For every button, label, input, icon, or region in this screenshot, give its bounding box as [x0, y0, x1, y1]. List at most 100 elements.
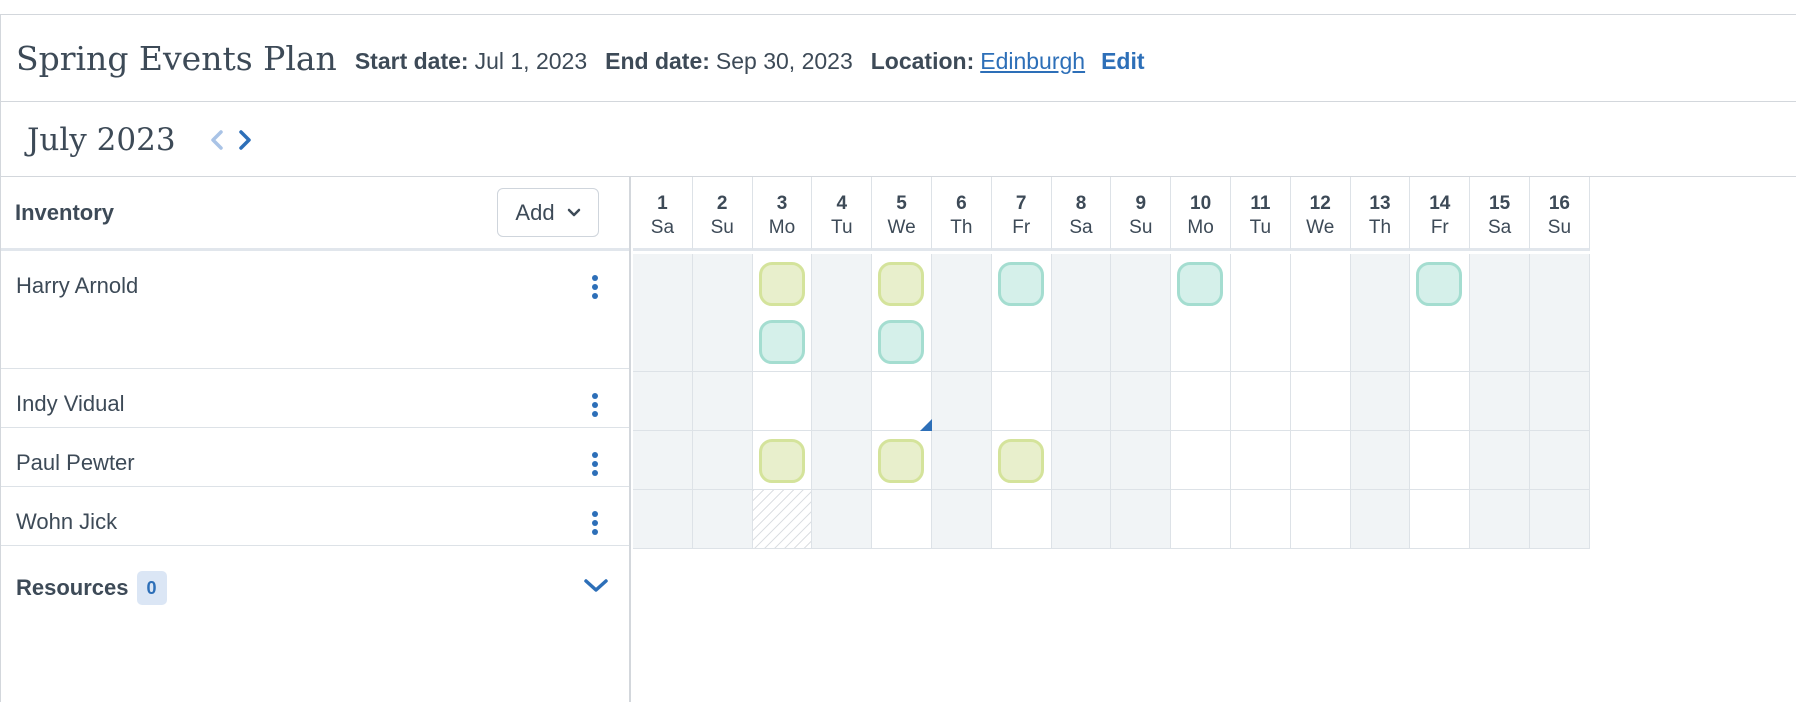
day-header: 8 Sa [1051, 177, 1112, 251]
day-cell[interactable] [1231, 372, 1291, 431]
chevron-down-icon [584, 578, 608, 592]
day-cell[interactable] [1350, 372, 1411, 431]
location-label: Location: [870, 47, 975, 74]
day-cell[interactable] [1171, 490, 1231, 549]
day-cell[interactable] [692, 372, 753, 431]
day-number: 13 [1369, 193, 1391, 214]
day-cell[interactable] [1111, 372, 1172, 431]
day-cell[interactable] [1350, 490, 1411, 549]
day-weekday: Fr [1012, 217, 1031, 238]
row-menu-button[interactable] [585, 391, 605, 419]
day-cell[interactable] [1530, 372, 1590, 431]
day-cell[interactable] [1530, 431, 1590, 490]
day-cell[interactable] [1171, 372, 1231, 431]
day-cell[interactable] [1410, 490, 1471, 549]
kebab-icon [592, 393, 598, 399]
booking-chip[interactable] [1416, 262, 1463, 306]
day-cell[interactable] [991, 372, 1052, 431]
day-cell[interactable] [1470, 254, 1530, 372]
day-cell[interactable] [1051, 254, 1112, 372]
day-cell[interactable] [872, 490, 932, 549]
day-cell[interactable] [932, 372, 992, 431]
day-cell[interactable] [1470, 372, 1530, 431]
plan-title: Spring Events Plan [16, 38, 337, 78]
day-cell[interactable] [1470, 431, 1530, 490]
booking-chip[interactable] [997, 439, 1044, 483]
day-cell[interactable] [692, 490, 753, 549]
day-cell[interactable] [1051, 372, 1112, 431]
prev-month-button[interactable] [206, 126, 228, 154]
day-cell[interactable] [1530, 254, 1590, 372]
day-cell[interactable] [932, 490, 992, 549]
day-cell[interactable] [1171, 431, 1231, 490]
location-link[interactable]: Edinburgh [980, 48, 1085, 75]
booking-chip[interactable] [878, 262, 925, 306]
day-cell[interactable] [1290, 490, 1351, 549]
day-cell[interactable] [692, 431, 753, 490]
resources-toggle-button[interactable] [583, 578, 609, 599]
inventory-row: Paul Pewter [1, 428, 629, 487]
row-menu-button[interactable] [585, 273, 605, 301]
day-cell[interactable] [812, 431, 873, 490]
day-cell[interactable] [1530, 490, 1590, 549]
next-month-button[interactable] [234, 126, 256, 154]
inventory-panel: Inventory Add Harry Arnold Indy Vidual P… [1, 177, 631, 702]
day-header: 10 Mo [1171, 177, 1231, 251]
day-header: 13 Th [1350, 177, 1411, 251]
day-cell[interactable] [1410, 431, 1471, 490]
day-cell[interactable] [812, 372, 873, 431]
day-cell[interactable] [1111, 431, 1172, 490]
day-cell[interactable] [633, 254, 693, 372]
day-cell[interactable] [1290, 372, 1351, 431]
day-weekday: Tu [1249, 217, 1272, 238]
day-cell[interactable] [1410, 372, 1471, 431]
day-weekday: Th [950, 217, 973, 238]
booking-chip[interactable] [878, 439, 925, 483]
edit-plan-link[interactable]: Edit [1101, 48, 1144, 75]
day-cell[interactable] [692, 254, 753, 372]
day-cell[interactable] [932, 254, 992, 372]
booking-chip[interactable] [758, 320, 805, 364]
day-number: 5 [896, 193, 907, 214]
booking-chip[interactable] [878, 320, 925, 364]
inventory-row-name: Indy Vidual [16, 391, 125, 416]
day-cell[interactable] [1470, 490, 1530, 549]
day-cell[interactable] [752, 372, 813, 431]
day-cell[interactable] [1290, 431, 1351, 490]
day-weekday: Su [1547, 217, 1572, 238]
day-cell[interactable] [932, 431, 992, 490]
day-cell[interactable] [991, 490, 1052, 549]
day-number: 7 [1015, 193, 1027, 214]
day-cell[interactable] [1051, 431, 1112, 490]
day-weekday: Sa [1487, 217, 1512, 238]
booking-chip[interactable] [997, 262, 1044, 306]
booking-chip[interactable] [1177, 262, 1224, 306]
kebab-icon [592, 511, 598, 517]
day-header: 6 Th [932, 177, 992, 251]
booking-chip[interactable] [758, 439, 805, 483]
plan-frame: Spring Events Plan Start date: Jul 1, 20… [0, 14, 1796, 702]
day-cell[interactable] [812, 254, 873, 372]
day-cell[interactable] [1051, 490, 1112, 549]
day-cell[interactable] [1290, 254, 1351, 372]
row-menu-button[interactable] [585, 509, 605, 537]
day-cell[interactable] [1350, 431, 1411, 490]
day-cell[interactable] [1350, 254, 1411, 372]
day-cell[interactable] [633, 431, 693, 490]
day-cell[interactable] [1231, 254, 1291, 372]
booking-chip[interactable] [758, 262, 805, 306]
day-cell[interactable] [633, 372, 693, 431]
day-cell[interactable] [752, 490, 813, 549]
row-menu-button[interactable] [585, 450, 605, 478]
day-header: 7 Fr [991, 177, 1052, 251]
plan-meta: Start date: Jul 1, 2023 End date: Sep 30… [355, 42, 1145, 75]
day-cell[interactable] [1111, 254, 1172, 372]
day-cell[interactable] [812, 490, 873, 549]
day-cell[interactable] [1111, 490, 1172, 549]
add-dropdown-button[interactable]: Add [497, 188, 599, 237]
day-cell[interactable] [633, 490, 693, 549]
kebab-icon [592, 275, 598, 281]
day-cell[interactable] [1231, 431, 1291, 490]
day-cell[interactable] [1231, 490, 1291, 549]
day-number: 6 [956, 193, 967, 214]
